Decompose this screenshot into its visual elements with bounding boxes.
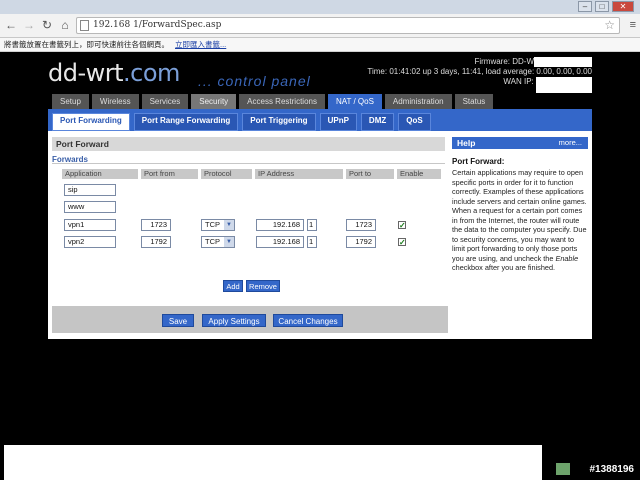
firmware-label: Firmware: DD-W — [474, 57, 534, 67]
uptime-text: Time: 01:41:02 up 3 days, 11:41, load av… — [367, 67, 592, 77]
page-header: dd-wrt.com ... control panel Firmware: D… — [48, 53, 592, 94]
maximize-button[interactable]: □ — [595, 1, 609, 12]
control-panel-tagline: ... control panel — [198, 73, 311, 89]
save-button[interactable]: Save — [162, 314, 194, 327]
more-link[interactable]: more... — [559, 137, 582, 149]
ddwrt-logo: dd-wrt.com — [48, 59, 180, 87]
ip-address-input[interactable]: 192.168 — [256, 219, 304, 231]
tab-status[interactable]: Status — [454, 94, 494, 109]
window-titlebar: – □ ✕ — [0, 0, 640, 14]
subtab-port-range-forwarding[interactable]: Port Range Forwarding — [133, 113, 239, 131]
application-input[interactable]: www — [64, 201, 116, 213]
tab-security[interactable]: Security — [191, 94, 237, 109]
remove-button[interactable]: Remove — [246, 280, 280, 292]
column-header: Port from — [141, 169, 198, 179]
bookmark-star-icon[interactable]: ☆ — [604, 18, 615, 33]
subtab-port-forwarding[interactable]: Port Forwarding — [52, 113, 130, 131]
port-to-input[interactable]: 1723 — [346, 219, 376, 231]
cancel-changes-button[interactable]: Cancel Changes — [273, 314, 343, 327]
blank-area — [4, 445, 542, 480]
enable-checkbox[interactable]: ✓ — [398, 221, 406, 230]
help-panel: Help more... Port Forward: Certain appli… — [452, 137, 588, 273]
tab-nat-qos[interactable]: NAT / QoS — [327, 94, 382, 109]
subtab-upnp[interactable]: UPnP — [319, 113, 357, 131]
action-bar: Save Apply Settings Cancel Changes — [52, 306, 448, 333]
main-tabs: Setup Wireless Services Security Access … — [48, 94, 592, 109]
home-icon[interactable]: ⌂ — [58, 18, 72, 32]
forward-icon[interactable]: → — [22, 18, 36, 32]
column-header: Protocol — [201, 169, 252, 179]
bookmark-bar: 將書籤放置在書籤列上，即可快速前往各個網頁。 立即匯入書籤... — [0, 38, 640, 52]
add-button[interactable]: Add — [223, 280, 243, 292]
address-bar[interactable]: 192.168 1/ForwardSpec.asp ☆ — [76, 17, 620, 34]
help-text: Certain applications may require to open… — [452, 168, 587, 272]
router-page: dd-wrt.com ... control panel Firmware: D… — [0, 53, 640, 445]
page-icon — [80, 20, 89, 31]
subtab-dmz[interactable]: DMZ — [360, 113, 395, 131]
column-header: IP Address — [255, 169, 343, 179]
ip-last-octet-input[interactable]: 1 — [307, 236, 317, 248]
application-input[interactable]: vpn1 — [64, 219, 116, 231]
menu-icon[interactable]: ≡ — [630, 19, 636, 31]
minimize-button[interactable]: – — [578, 1, 592, 12]
port-to-input[interactable]: 1792 — [346, 236, 376, 248]
application-input[interactable]: vpn2 — [64, 236, 116, 248]
chevron-down-icon: ▼ — [224, 220, 234, 230]
back-icon[interactable]: ← — [4, 18, 18, 32]
browser-toolbar: ← → ↻ ⌂ 192.168 1/ForwardSpec.asp ☆ ≡ — [0, 14, 640, 38]
help-header: Help more... — [452, 137, 588, 149]
bookmark-hint: 將書籤放置在書籤列上，即可快速前往各個網頁。 — [4, 40, 169, 49]
column-header: Enable — [397, 169, 441, 179]
tab-administration[interactable]: Administration — [384, 94, 452, 109]
apply-settings-button[interactable]: Apply Settings — [202, 314, 266, 327]
port-from-input[interactable]: 1723 — [141, 219, 171, 231]
tab-wireless[interactable]: Wireless — [91, 94, 139, 109]
tab-access-restrictions[interactable]: Access Restrictions — [239, 94, 325, 109]
reload-icon[interactable]: ↻ — [40, 18, 54, 32]
tab-setup[interactable]: Setup — [52, 94, 89, 109]
subtab-qos[interactable]: QoS — [398, 113, 431, 131]
chevron-down-icon: ▼ — [224, 237, 234, 247]
close-button[interactable]: ✕ — [612, 1, 634, 12]
section-title: Port Forward — [52, 137, 445, 151]
enable-checkbox[interactable]: ✓ — [398, 238, 406, 247]
protocol-select[interactable]: TCP ▼ — [201, 236, 235, 248]
url-text: 192.168 1/ForwardSpec.asp — [93, 20, 222, 30]
subtab-port-triggering[interactable]: Port Triggering — [242, 113, 316, 131]
tray-icon — [556, 463, 570, 475]
application-input[interactable]: sip — [64, 184, 116, 196]
help-title: Port Forward: — [452, 157, 505, 166]
ip-last-octet-input[interactable]: 1 — [307, 219, 317, 231]
import-bookmarks-link[interactable]: 立即匯入書籤... — [175, 40, 226, 49]
sub-tabs: Port Forwarding Port Range Forwarding Po… — [48, 109, 592, 131]
port-from-input[interactable]: 1792 — [141, 236, 171, 248]
watermark: #1388196 — [589, 464, 635, 475]
system-info: Firmware: DD-W Time: 01:41:02 up 3 days,… — [352, 57, 592, 94]
wan-ip-label: WAN IP: — [503, 77, 534, 87]
column-header: Application — [62, 169, 138, 179]
column-header: Port to — [346, 169, 394, 179]
tab-services[interactable]: Services — [141, 94, 189, 109]
protocol-select[interactable]: TCP ▼ — [201, 219, 235, 231]
ip-address-input[interactable]: 192.168 — [256, 236, 304, 248]
